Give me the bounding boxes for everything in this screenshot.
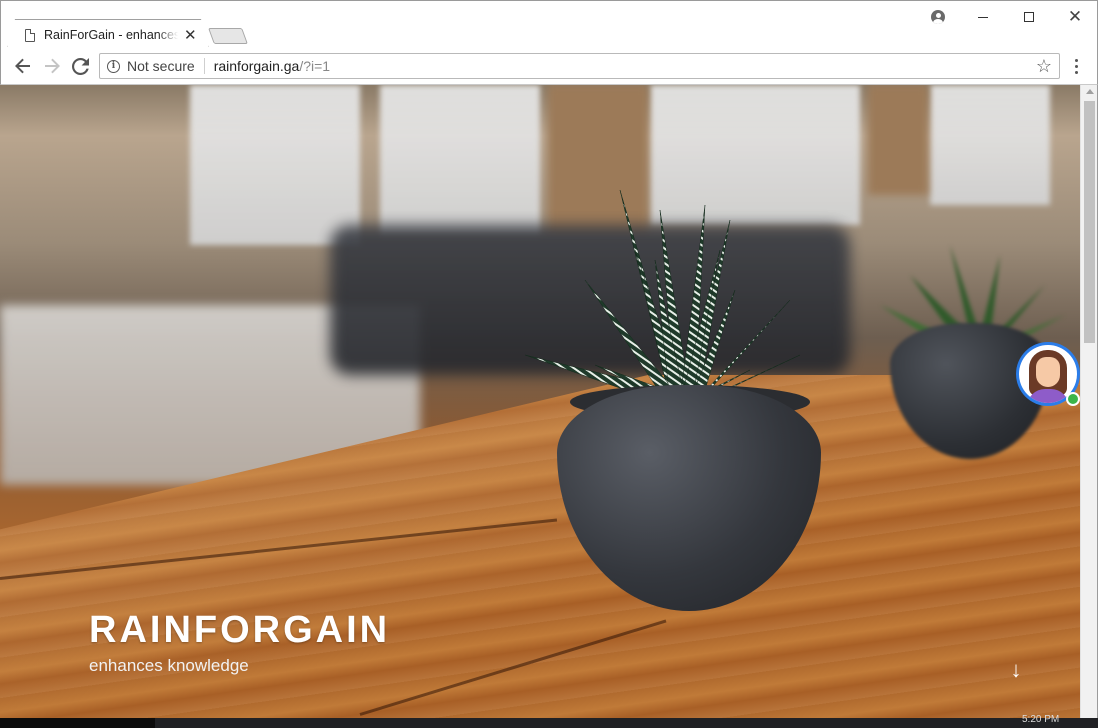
browser-toolbar: i Not secure rainforgain.ga/?i=1 ☆ <box>0 47 1098 85</box>
site-tagline: enhances knowledge <box>89 656 249 675</box>
reload-icon <box>71 57 89 75</box>
scrollbar-thumb[interactable] <box>1084 101 1095 343</box>
bookmark-star-icon[interactable]: ☆ <box>1036 56 1052 77</box>
address-separator <box>203 58 205 74</box>
page-icon <box>25 28 35 42</box>
background-window <box>380 85 540 235</box>
new-tab-button[interactable] <box>208 28 248 44</box>
minimize-icon <box>978 16 988 18</box>
url-host[interactable]: rainforgain.ga <box>214 58 300 74</box>
avatar-face <box>1036 357 1060 387</box>
info-icon[interactable]: i <box>107 59 120 73</box>
maximize-icon <box>1024 12 1034 22</box>
site-title[interactable]: RAINFORGAIN <box>89 609 390 652</box>
minimize-button[interactable] <box>973 7 993 27</box>
menu-dot-icon <box>1074 70 1078 74</box>
page-scrollbar[interactable] <box>1080 85 1098 718</box>
close-icon: ✕ <box>1067 7 1083 26</box>
background-window <box>190 85 360 245</box>
taskbar-clock: 5:20 PM <box>1022 714 1060 725</box>
forward-button[interactable] <box>41 55 63 77</box>
background-pillar <box>868 85 928 195</box>
tab-title: RainForGain - enhances k <box>44 28 178 42</box>
page-viewport: RAINFORGAIN enhances knowledge ↓ <box>0 85 1080 718</box>
account-button[interactable] <box>929 7 947 27</box>
back-button[interactable] <box>12 55 34 77</box>
succulent-plant <box>524 190 801 403</box>
scroll-down-arrow-icon[interactable]: ↓ <box>1006 657 1026 682</box>
active-tab-content[interactable]: RainForGain - enhances k ✕ <box>15 21 207 49</box>
menu-dot-icon <box>1074 64 1078 68</box>
maximize-button[interactable] <box>1019 7 1039 27</box>
url-path[interactable]: /?i=1 <box>299 58 330 74</box>
browser-titlebar: RainForGain - enhances k ✕ ✕ <box>0 0 1098 49</box>
background-window <box>930 85 1050 205</box>
scroll-up-icon[interactable] <box>1086 89 1094 94</box>
chat-widget-avatar[interactable] <box>1016 342 1080 406</box>
security-label[interactable]: Not secure <box>127 58 195 74</box>
arrow-right-icon <box>45 58 60 74</box>
taskbar-start-area[interactable] <box>0 718 155 728</box>
arrow-left-icon <box>15 58 30 74</box>
reload-button[interactable] <box>69 55 91 77</box>
online-status-dot <box>1066 392 1080 406</box>
tab-close-icon[interactable]: ✕ <box>184 28 197 43</box>
address-bar[interactable]: i Not secure rainforgain.ga/?i=1 ☆ <box>99 53 1060 79</box>
user-circle-icon <box>931 10 945 24</box>
menu-dot-icon <box>1074 58 1078 62</box>
browser-menu-button[interactable] <box>1069 55 1083 77</box>
window-close-button[interactable]: ✕ <box>1065 7 1085 27</box>
os-taskbar: 5:20 PM <box>0 714 1098 728</box>
